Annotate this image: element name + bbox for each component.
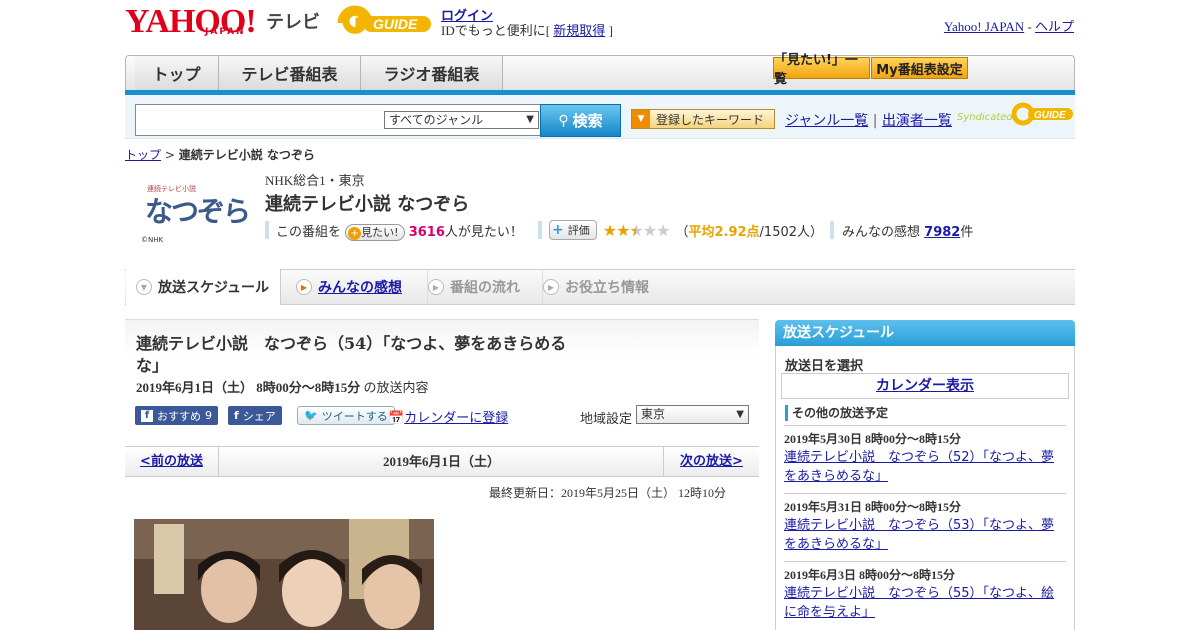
tab-program-flow[interactable]: ▶ 番組の流れ — [427, 269, 520, 305]
syndicated-label: Syndicated — [957, 112, 1013, 123]
tab-reviews[interactable]: ▶ みんなの感想 — [296, 269, 402, 305]
tv-logo-text[interactable]: テレビ — [266, 8, 320, 34]
chevron-right-icon: ▶ — [428, 279, 444, 295]
help-link[interactable]: ヘルプ — [1035, 19, 1074, 34]
sidebar-choose-label: 放送日を選択 — [785, 359, 864, 374]
plus-icon: + — [552, 222, 564, 238]
rating-stat: + 評価 ★★★★★ （平均2.92点/1502人） — [549, 220, 823, 240]
login-subtext: IDでもっと便利に[ 新規取得 ] — [441, 23, 613, 38]
rating-average: 平均2.92点 — [688, 224, 760, 240]
program-thumbnail: 連続テレビ小説 なつぞら ©NHK — [141, 185, 251, 244]
other-broadcast-date: 2019年5月31日 8時00分～8時15分 — [784, 500, 962, 514]
want-button[interactable]: + 見たい! — [345, 224, 405, 241]
genre-list-link[interactable]: ジャンル一覧 — [785, 113, 868, 129]
gguide-small-logo: GUIDE — [1012, 102, 1073, 126]
episode-datetime: 2019年6月1日（土） 8時00分～8時15分 の放送内容 — [136, 380, 429, 395]
add-calendar-link[interactable]: 📅カレンダーに登録 — [388, 407, 508, 426]
yahoo-japan-logo-text: JAPAN — [205, 27, 246, 37]
tweet-button[interactable]: 🐦 ツイートする — [297, 406, 395, 425]
stat-separator — [830, 221, 834, 239]
rating-stars: ★★★★★ — [602, 220, 671, 240]
review-stat: みんなの感想 7982件 — [842, 225, 974, 240]
other-broadcast-link[interactable]: 連続テレビ小説 なつぞら（52）「なつよ、夢をあきらめるな」 — [784, 448, 1066, 486]
region-label: 地域設定 — [580, 412, 633, 427]
want-stat: この番組を + 見たい! 3616人が見たい！ — [276, 224, 523, 241]
episode-pager: <前の放送 2019年6月1日（土） 次の放送> — [125, 446, 759, 477]
registered-keywords-button[interactable]: ▼ 登録したキーワード — [631, 109, 775, 129]
yahoo-japan-link[interactable]: Yahoo! JAPAN — [944, 19, 1024, 34]
breadcrumb: トップ > 連続テレビ小説 なつぞら — [125, 148, 315, 162]
genre-select[interactable]: すべてのジャンル ▼ — [384, 111, 539, 129]
episode-title: 連続テレビ小説 なつぞら（54）「なつよ、夢をあきらめるな」 — [136, 334, 567, 375]
stat-separator — [265, 221, 269, 239]
episode-photo — [134, 519, 434, 630]
tab-schedule[interactable]: ▼ 放送スケジュール — [126, 269, 281, 305]
dropdown-arrow-icon: ▼ — [736, 409, 744, 420]
search-button[interactable]: ⚲ 検索 — [540, 104, 621, 137]
gguide-logo[interactable]: GUIDE — [335, 5, 433, 41]
list-item: 2019年5月31日 8時00分～8時15分 連続テレビ小説 なつぞら（53）「… — [784, 493, 1066, 554]
nav-tab-top[interactable]: トップ — [135, 56, 219, 90]
other-broadcast-link[interactable]: 連続テレビ小説 なつぞら（53）「なつよ、夢をあきらめるな」 — [784, 516, 1066, 554]
program-channel: NHK総合1・東京 — [265, 173, 365, 188]
next-broadcast-link[interactable]: 次の放送> — [663, 447, 759, 476]
region-select[interactable]: 東京 ▼ — [636, 405, 749, 424]
other-broadcast-date: 2019年5月30日 8時00分～8時15分 — [784, 432, 962, 446]
twitter-icon: 🐦 — [304, 409, 318, 422]
program-title: 連続テレビ小説 なつぞら — [265, 194, 470, 215]
chevron-right-icon: ▶ — [296, 279, 312, 295]
gguide-logo-text: GUIDE — [373, 16, 418, 32]
facebook-share-button[interactable]: f シェア — [228, 406, 282, 425]
svg-text:GUIDE: GUIDE — [1034, 110, 1066, 121]
nav-tab-radio-guide[interactable]: ラジオ番組表 — [361, 56, 503, 90]
breadcrumb-current: 連続テレビ小説 なつぞら — [178, 148, 315, 162]
chevron-right-icon: ▶ — [543, 279, 559, 295]
dropdown-arrow-icon: ▼ — [526, 114, 534, 125]
review-count-link[interactable]: 7982 — [924, 225, 960, 240]
tab-useful-info[interactable]: ▶ お役立ち情報 — [542, 269, 649, 305]
performers-list-link[interactable]: 出演者一覧 — [882, 113, 952, 129]
list-item: 2019年5月30日 8時00分～8時15分 連続テレビ小説 なつぞら（52）「… — [784, 425, 1066, 486]
other-broadcast-date: 2019年6月3日 8時00分～8時15分 — [784, 568, 956, 582]
other-broadcast-link[interactable]: 連続テレビ小説 なつぞら（55）「なつよ、絵に命を与えよ」 — [784, 584, 1066, 622]
rate-button[interactable]: + 評価 — [549, 220, 597, 240]
nav-tab-tv-guide[interactable]: テレビ番組表 — [219, 56, 361, 90]
last-updated: 最終更新日：2019年5月25日（土） 12時10分 — [489, 486, 727, 500]
chevron-down-icon: ▼ — [136, 279, 152, 295]
my-settings-button[interactable]: My番組表設定 — [871, 57, 968, 79]
dropdown-arrow-icon: ▼ — [632, 110, 650, 128]
prev-broadcast-link[interactable]: <前の放送 — [125, 447, 219, 476]
want-list-button[interactable]: 「見たい!」一覧 — [773, 53, 870, 87]
genre-links: ジャンル一覧 | 出演者一覧 — [785, 113, 952, 129]
want-count: 3616 — [408, 225, 445, 240]
register-link[interactable]: 新規取得 — [553, 23, 605, 38]
pager-current-date: 2019年6月1日（土） — [382, 454, 500, 469]
list-item: 2019年6月3日 8時00分～8時15分 連続テレビ小説 なつぞら（55）「な… — [784, 561, 1066, 622]
search-icon: ⚲ — [558, 112, 569, 129]
stat-separator — [538, 221, 542, 239]
calendar-icon: 📅 — [388, 411, 405, 426]
facebook-icon: f — [141, 409, 153, 422]
top-right-links: Yahoo! JAPAN - ヘルプ — [943, 19, 1074, 34]
plus-icon: + — [348, 227, 362, 240]
other-broadcasts-heading: その他の放送予定 — [785, 405, 888, 421]
sidebar-header: 放送スケジュール — [775, 320, 1075, 346]
breadcrumb-top-link[interactable]: トップ — [125, 148, 161, 162]
facebook-icon: f — [234, 409, 239, 422]
facebook-recommend-button[interactable]: f おすすめ 9 — [135, 406, 218, 425]
calendar-display-link[interactable]: カレンダー表示 — [781, 373, 1069, 399]
